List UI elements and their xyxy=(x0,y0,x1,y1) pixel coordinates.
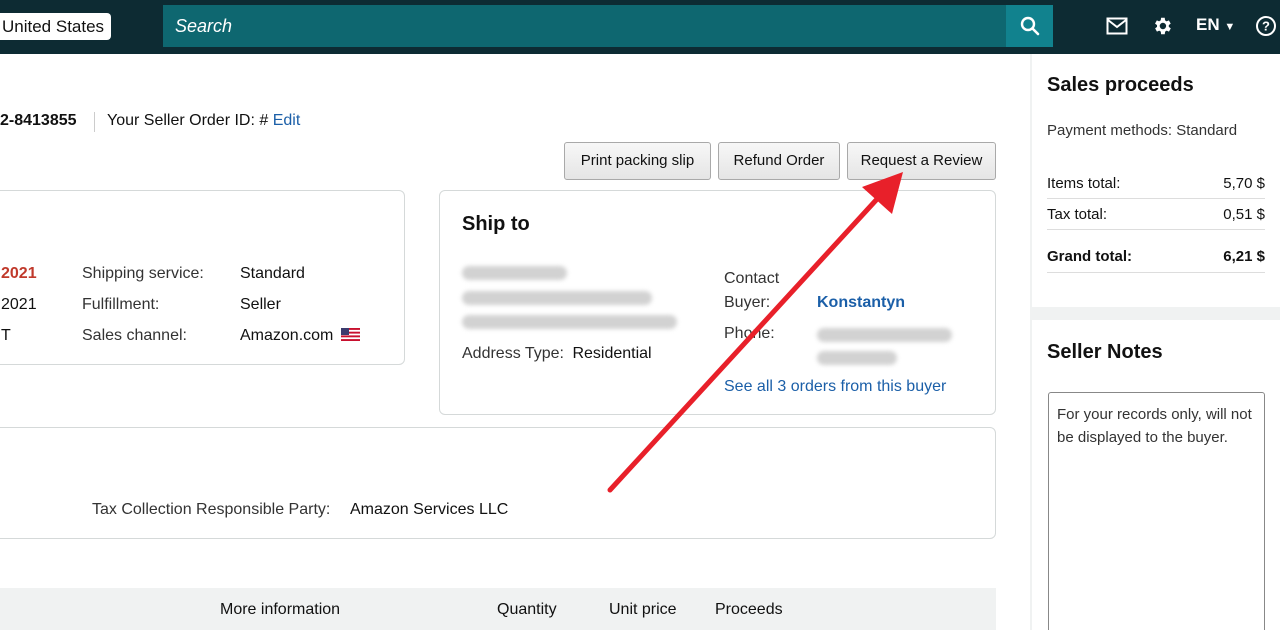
grand-total-value: 6,21 $ xyxy=(1223,248,1265,265)
phone-label: Phone: xyxy=(724,325,775,342)
buyer-name-link[interactable]: Konstantyn xyxy=(817,294,905,312)
tax-responsible-value: Amazon Services LLC xyxy=(350,501,509,518)
tax-total-label: Tax total: xyxy=(1047,206,1108,223)
ship-to-title: Ship to xyxy=(462,213,530,235)
address-type-label: Address Type: xyxy=(462,345,564,362)
request-review-button[interactable]: Request a Review xyxy=(847,142,996,180)
sales-channel-value: Amazon.com xyxy=(240,327,360,345)
items-total-row: Items total: 5,70 $ xyxy=(1047,175,1265,192)
sales-proceeds-panel: Sales proceeds Payment methods: Standard… xyxy=(1032,54,1280,307)
edit-link[interactable]: Edit xyxy=(273,112,301,129)
fulfillment-label: Fulfillment: xyxy=(82,296,160,313)
blurred-address-line xyxy=(462,291,652,305)
sales-proceeds-title: Sales proceeds xyxy=(1047,74,1194,96)
shipping-service-value: Standard xyxy=(240,265,305,282)
language-label: EN xyxy=(1196,15,1220,34)
refund-order-button[interactable]: Refund Order xyxy=(718,142,840,180)
blurred-buyer-name xyxy=(462,266,567,280)
chevron-down-icon: ▼ xyxy=(1224,21,1236,33)
sales-channel-text: Amazon.com xyxy=(240,327,334,344)
divider xyxy=(1047,198,1265,199)
grand-total-label: Grand total: xyxy=(1047,248,1132,265)
order-date-fragment: 2021 xyxy=(1,265,37,282)
search-button[interactable] xyxy=(1006,5,1053,47)
help-icon[interactable]: ? xyxy=(1254,14,1278,38)
gear-icon[interactable] xyxy=(1150,14,1174,38)
sales-channel-label: Sales channel: xyxy=(82,327,187,344)
tax-total-value: 0,51 $ xyxy=(1223,206,1265,223)
column-header-quantity: Quantity xyxy=(497,601,557,618)
address-type: Address Type: Residential xyxy=(462,345,652,363)
detail-fragment: T xyxy=(1,327,11,344)
items-total-label: Items total: xyxy=(1047,175,1121,192)
blurred-address-line xyxy=(462,315,677,329)
buyer-label: Buyer: xyxy=(724,294,771,311)
seller-notes-textarea[interactable]: For your records only, will not be displ… xyxy=(1048,392,1265,630)
print-packing-slip-button[interactable]: Print packing slip xyxy=(564,142,711,180)
tax-total-row: Tax total: 0,51 $ xyxy=(1047,206,1265,223)
seller-notes-title: Seller Notes xyxy=(1047,341,1163,363)
marketplace-selector[interactable]: United States xyxy=(0,13,111,40)
column-header-proceeds: Proceeds xyxy=(715,601,783,618)
mail-icon[interactable] xyxy=(1105,14,1129,38)
ship-by-date-fragment: 2021 xyxy=(1,296,37,313)
order-details-card: 2021 2021 T Shipping service: Standard F… xyxy=(0,190,405,365)
svg-text:?: ? xyxy=(1262,19,1270,34)
divider xyxy=(1047,229,1265,230)
tax-card: Tax Collection Responsible Party: Amazon… xyxy=(0,427,996,539)
blurred-phone xyxy=(817,328,952,342)
us-flag-icon xyxy=(340,328,360,341)
see-all-orders-link[interactable]: See all 3 orders from this buyer xyxy=(724,378,946,396)
column-header-unit-price: Unit price xyxy=(609,601,677,618)
seller-order-id-label: Your Seller Order ID: # xyxy=(107,112,269,129)
shipping-service-label: Shipping service: xyxy=(82,265,204,282)
divider xyxy=(94,112,95,132)
search-bar[interactable]: Search xyxy=(163,5,1053,47)
payment-methods: Payment methods: Standard xyxy=(1047,122,1238,139)
fulfillment-value: Seller xyxy=(240,296,281,313)
search-icon xyxy=(1020,16,1039,36)
divider xyxy=(1047,272,1265,273)
search-input[interactable]: Search xyxy=(175,5,232,47)
ship-to-card: Ship to Address Type: Residential Contac… xyxy=(439,190,996,415)
order-items-table-header: More information Quantity Unit price Pro… xyxy=(0,588,996,630)
blurred-phone-ext xyxy=(817,351,897,365)
seller-order-id: Your Seller Order ID: # Edit xyxy=(107,112,300,130)
address-type-value: Residential xyxy=(572,345,652,362)
seller-notes-panel: Seller Notes For your records only, will… xyxy=(1032,320,1280,630)
tax-responsible-label: Tax Collection Responsible Party: xyxy=(92,501,331,518)
order-id: 2-8413855 xyxy=(0,112,77,129)
items-total-value: 5,70 $ xyxy=(1223,175,1265,192)
top-navigation-bar: United States Search EN ▼ ? xyxy=(0,0,1280,54)
grand-total-row: Grand total: 6,21 $ xyxy=(1047,248,1265,265)
language-selector[interactable]: EN ▼ xyxy=(1196,15,1235,35)
contact-label: Contact xyxy=(724,270,780,287)
column-header-more-information: More information xyxy=(220,601,341,618)
